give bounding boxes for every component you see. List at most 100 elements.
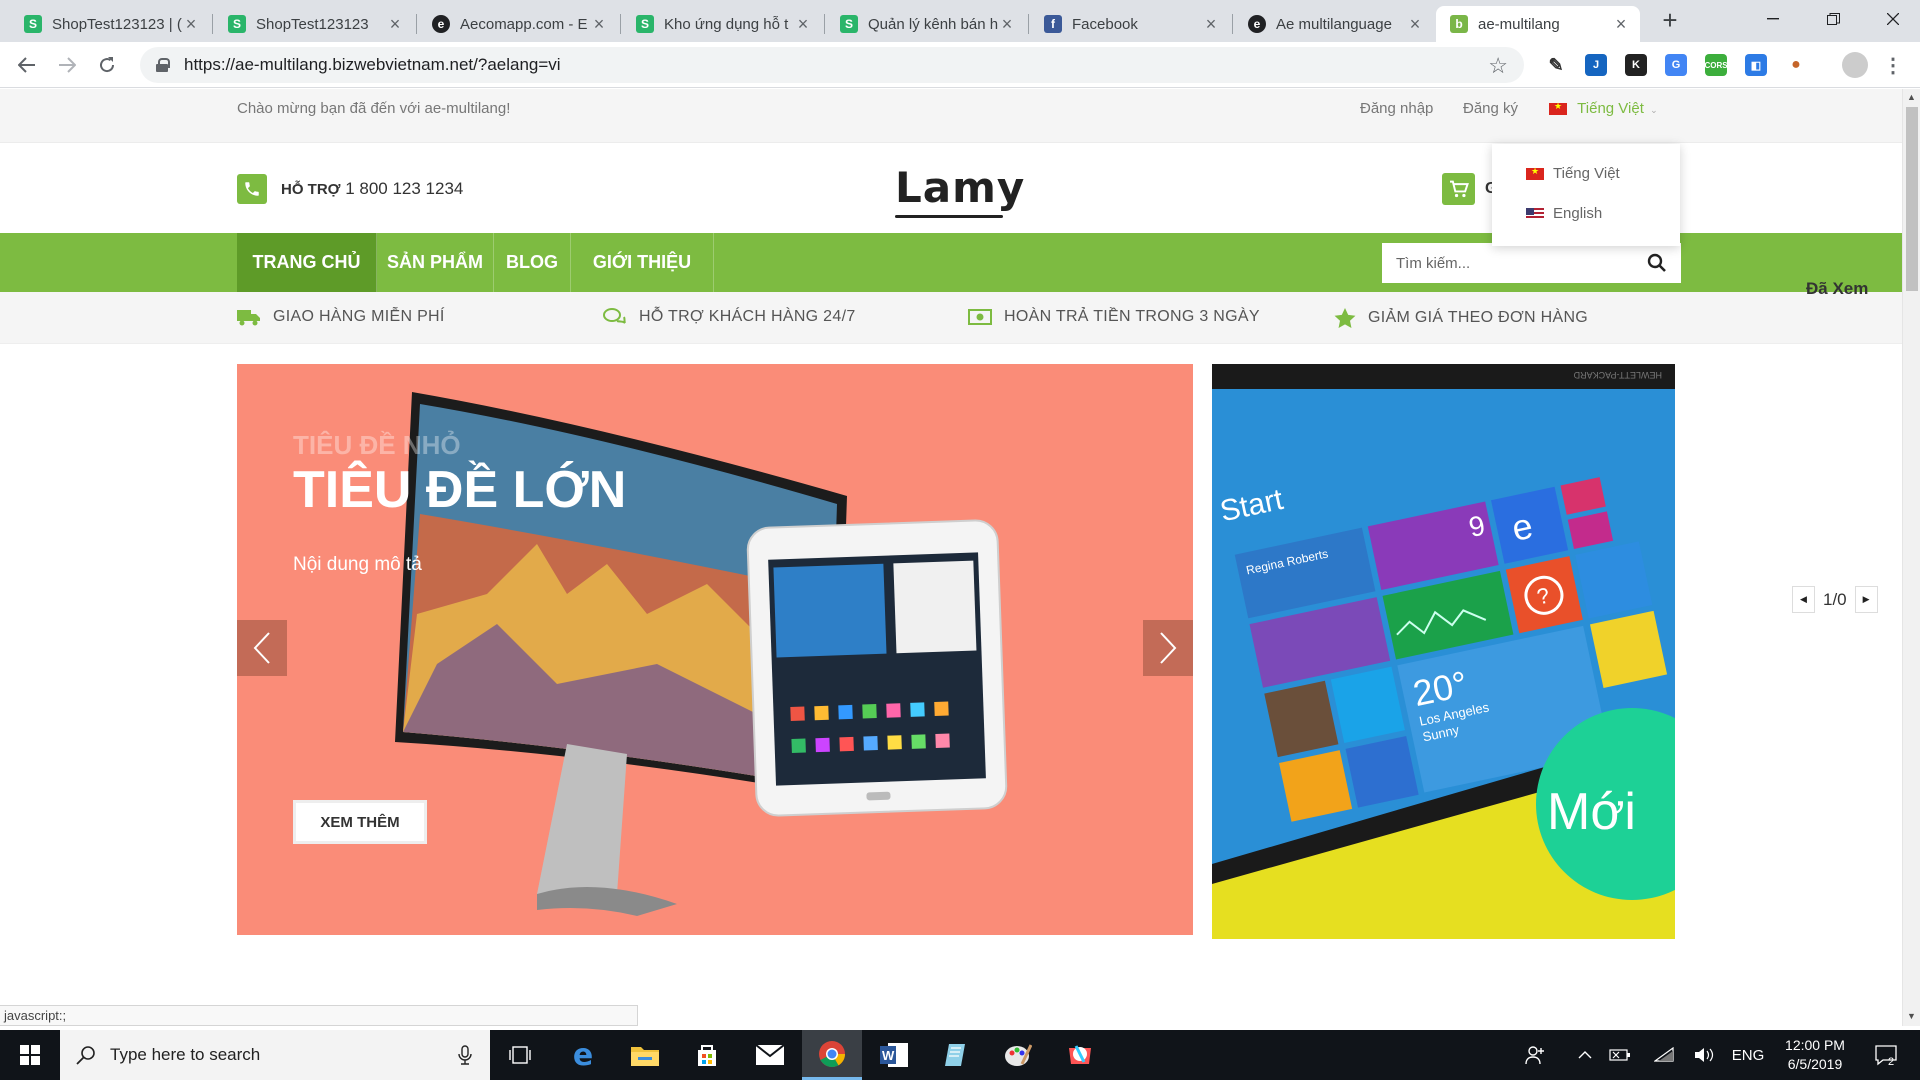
browser-tab-strip: S ShopTest123123 | ( × S ShopTest123123 …	[0, 0, 1920, 42]
search-icon[interactable]	[1647, 253, 1667, 273]
mail-icon[interactable]	[740, 1030, 800, 1080]
chrome-icon[interactable]	[802, 1030, 862, 1080]
feature-label: GIAO HÀNG MIỄN PHÍ	[273, 308, 445, 325]
close-icon[interactable]: ×	[998, 14, 1016, 35]
close-icon[interactable]: ×	[1202, 14, 1220, 35]
notification-center-icon[interactable]: 2	[1866, 1030, 1906, 1080]
search-box	[1382, 243, 1681, 283]
close-icon[interactable]: ×	[794, 14, 812, 35]
restore-icon	[1826, 12, 1840, 25]
slide-subtitle: TIÊU ĐỀ NHỎ	[293, 430, 461, 460]
truck-icon	[237, 310, 260, 326]
close-icon[interactable]: ×	[1406, 14, 1424, 35]
close-icon[interactable]: ×	[182, 14, 200, 35]
windows-taskbar: Type here to search e W ENG 12:00 PM 6/5…	[0, 1030, 1920, 1080]
feature-label: GIẢM GIÁ THEO ĐƠN HÀNG	[1368, 309, 1589, 326]
search-input[interactable]	[1382, 243, 1632, 283]
login-link[interactable]: Đăng nhập	[1360, 100, 1433, 117]
read-more-button[interactable]: XEM THÊM	[293, 800, 427, 844]
browser-tab[interactable]: S Kho ứng dụng hỗ t ×	[622, 6, 822, 42]
notes-icon[interactable]	[926, 1030, 986, 1080]
close-icon[interactable]: ×	[590, 14, 608, 35]
translate-extension-icon[interactable]: G	[1665, 54, 1687, 76]
tab-title: ShopTest123123 | (	[52, 15, 182, 33]
paint3d-icon[interactable]	[1050, 1030, 1110, 1080]
browser-tab[interactable]: e Ae multilanguage ×	[1234, 6, 1434, 42]
facebook-icon: f	[1044, 15, 1062, 33]
browser-tab[interactable]: S ShopTest123123 ×	[214, 6, 414, 42]
site-logo[interactable]: Lamy	[895, 163, 1025, 212]
nav-item-products[interactable]: SẢN PHẨM	[377, 233, 494, 292]
battery-icon[interactable]	[1606, 1030, 1634, 1080]
scroll-thumb[interactable]	[1906, 107, 1918, 291]
profile-avatar[interactable]	[1842, 52, 1868, 78]
tray-chevron-up-icon[interactable]	[1572, 1030, 1598, 1080]
taskbar-search[interactable]: Type here to search	[60, 1030, 490, 1080]
back-button[interactable]	[12, 50, 42, 80]
bookmark-star-icon[interactable]: ☆	[1488, 53, 1508, 79]
edge-icon[interactable]: e	[553, 1030, 613, 1080]
register-link[interactable]: Đăng ký	[1463, 100, 1518, 117]
tab-title: Facebook	[1072, 15, 1138, 33]
counter-text: 1/0	[1823, 589, 1847, 609]
window-extension-icon[interactable]: ◧	[1745, 54, 1767, 76]
tab-title: Ae multilanguage	[1276, 15, 1392, 33]
support-phone[interactable]: 1 800 123 1234	[345, 179, 463, 198]
reload-button[interactable]	[92, 50, 122, 80]
cookie-extension-icon[interactable]: ●	[1785, 54, 1807, 76]
nav-item-about[interactable]: GIỚI THIỆU	[571, 233, 714, 292]
menu-dots-icon[interactable]: ⋮	[1882, 54, 1904, 77]
slide-title: TIÊU ĐỀ LỚN	[293, 461, 627, 519]
close-window-button[interactable]	[1870, 0, 1916, 38]
language-option-en[interactable]: English	[1526, 205, 1602, 222]
file-explorer-icon[interactable]	[615, 1030, 675, 1080]
counter-prev-button[interactable]: ◀	[1792, 586, 1815, 613]
nav-item-blog[interactable]: BLOG	[494, 233, 571, 292]
people-icon[interactable]	[1520, 1030, 1550, 1080]
microphone-icon[interactable]	[458, 1045, 472, 1065]
browser-tab[interactable]: e Aecomapp.com - E ×	[418, 6, 618, 42]
start-button[interactable]	[0, 1030, 60, 1080]
url-field[interactable]: https://ae-multilang.bizwebvietnam.net/?…	[140, 47, 1524, 83]
wifi-icon[interactable]	[1650, 1030, 1678, 1080]
k-extension-icon[interactable]: K	[1625, 54, 1647, 76]
tab-title: ae-multilang	[1478, 15, 1560, 33]
hero-slider[interactable]: TIÊU ĐỀ NHỎ TIÊU ĐỀ LỚN Nội dung mô tả X…	[237, 364, 1193, 935]
forward-button[interactable]	[52, 50, 82, 80]
browser-tab[interactable]: S ShopTest123123 | ( ×	[10, 6, 210, 42]
counter-next-button[interactable]: ▶	[1854, 586, 1878, 613]
close-icon[interactable]: ×	[1612, 14, 1630, 35]
input-language[interactable]: ENG	[1728, 1030, 1768, 1080]
chevron-right-icon	[1160, 632, 1177, 664]
language-selector[interactable]: Tiếng Việt ⌄	[1549, 100, 1658, 117]
slider-next-button[interactable]	[1143, 620, 1193, 676]
browser-tab[interactable]: S Quản lý kênh bán h ×	[826, 6, 1026, 42]
system-clock[interactable]: 12:00 PM 6/5/2019	[1770, 1036, 1860, 1074]
slider-prev-button[interactable]	[237, 620, 287, 676]
page-scrollbar[interactable]: ▲ ▼	[1902, 89, 1920, 1026]
search-icon	[76, 1046, 95, 1065]
eyedropper-extension-icon[interactable]: ✎	[1545, 54, 1567, 76]
maximize-button[interactable]	[1810, 0, 1856, 38]
store-icon[interactable]	[677, 1030, 737, 1080]
cart-icon[interactable]	[1442, 173, 1475, 205]
paint-icon[interactable]	[988, 1030, 1048, 1080]
j-extension-icon[interactable]: J	[1585, 54, 1607, 76]
task-view-icon[interactable]	[490, 1030, 550, 1080]
cors-extension-icon[interactable]: CORS	[1704, 54, 1728, 76]
language-option-label: Tiếng Việt	[1553, 165, 1620, 182]
close-icon[interactable]: ×	[386, 14, 404, 35]
browser-tab[interactable]: f Facebook ×	[1030, 6, 1230, 42]
minimize-button[interactable]	[1750, 0, 1796, 38]
nav-item-home[interactable]: TRANG CHỦ	[237, 233, 377, 292]
language-option-vi[interactable]: Tiếng Việt	[1526, 165, 1620, 182]
side-banner[interactable]: HEWLETT-PACKARD Start Regina Roberts 9 e…	[1212, 364, 1675, 939]
word-icon[interactable]: W	[864, 1030, 924, 1080]
scroll-down-icon[interactable]: ▼	[1907, 1011, 1916, 1021]
viewed-products-label: Đã Xem	[1806, 279, 1869, 298]
browser-tab-active[interactable]: b ae-multilang ×	[1436, 6, 1640, 42]
new-tab-button[interactable]: +	[1656, 6, 1684, 34]
lock-icon	[156, 58, 170, 72]
scroll-up-icon[interactable]: ▲	[1907, 92, 1916, 102]
volume-icon[interactable]	[1690, 1030, 1718, 1080]
